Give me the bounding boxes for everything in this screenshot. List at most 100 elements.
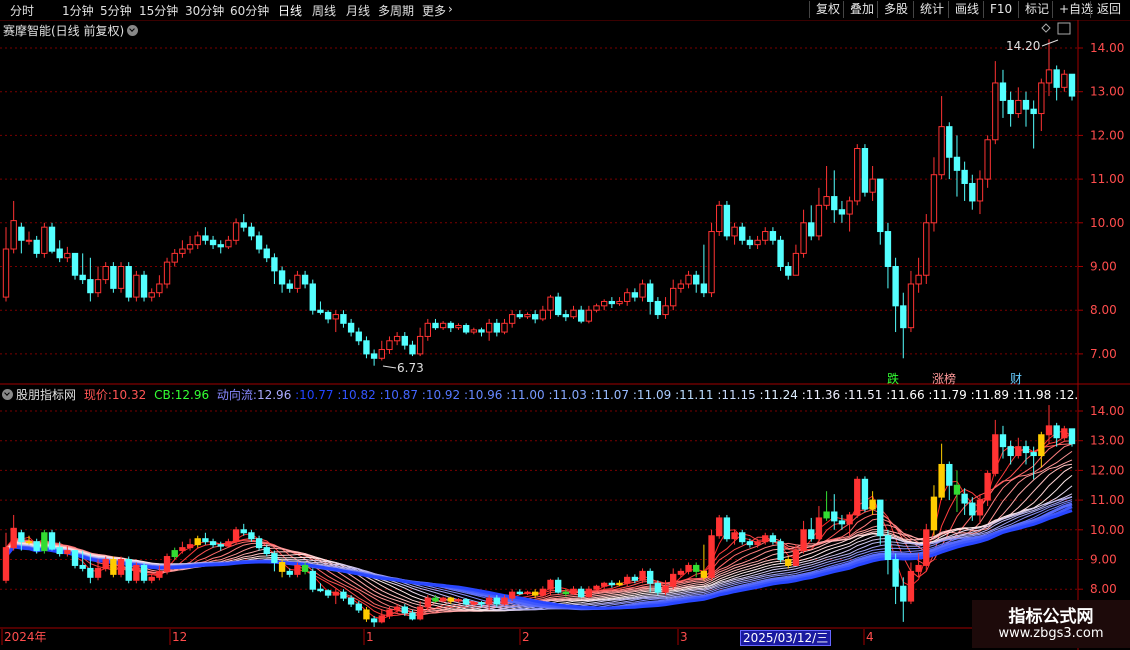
sub-candle: [1053, 425, 1060, 439]
tab-fenshi[interactable]: 分时: [10, 2, 34, 19]
ribbon-line: [5, 466, 1073, 612]
candle: [708, 231, 715, 294]
y-tick-label: 10.00: [1090, 216, 1124, 230]
y-tick-label: 11.00: [1090, 493, 1124, 507]
candle: [179, 248, 186, 254]
tab-monthly[interactable]: 月线: [346, 2, 370, 19]
candle: [531, 314, 539, 320]
time-axis-label: 3: [680, 630, 688, 644]
sub-candle: [309, 570, 316, 590]
tab-weekly[interactable]: 周线: [312, 2, 336, 19]
candle: [117, 266, 125, 289]
ribbon-line: [4, 509, 1073, 610]
sub-candle: [409, 612, 416, 620]
candle: [470, 329, 477, 333]
y-tick-label: 12.00: [1090, 128, 1124, 142]
marker-zhangbang[interactable]: 涨榜: [932, 370, 956, 387]
tab-5min[interactable]: 5分钟: [100, 2, 132, 19]
chevron-down-icon[interactable]: [2, 389, 13, 400]
y-tick-label: 13.00: [1090, 434, 1124, 448]
watermark-logo: 指标公式网 www.zbgs3.com: [972, 600, 1130, 648]
tab-60min[interactable]: 60分钟: [230, 2, 269, 19]
candle: [616, 300, 623, 305]
tab-more[interactable]: 更多: [422, 2, 446, 19]
sub-candle: [432, 597, 439, 602]
tab-1min[interactable]: 1分钟: [62, 2, 94, 19]
sub-candle: [562, 591, 570, 595]
candle: [493, 322, 501, 333]
candle: [670, 287, 677, 307]
sub-candle: [723, 517, 731, 540]
ribbon-line: [5, 443, 1073, 614]
sub-candle: [654, 582, 662, 593]
ribbon-line: [5, 450, 1073, 613]
y-tick-label: 7.00: [1090, 347, 1117, 361]
candle: [363, 340, 370, 355]
sub-candle: [117, 559, 125, 575]
flow-value: :11.07: [586, 388, 630, 402]
tab-multi-period[interactable]: 多周期: [378, 2, 414, 19]
sub-candle: [815, 517, 823, 540]
chevron-down-icon[interactable]: [127, 25, 139, 36]
tab-30min[interactable]: 30分钟: [185, 2, 224, 19]
flow-value: 12.96: [256, 388, 292, 402]
candle: [1068, 73, 1076, 97]
chevron-right-icon[interactable]: ›: [448, 2, 453, 16]
button-statistics[interactable]: 统计: [913, 1, 950, 18]
button-f10[interactable]: F10: [983, 1, 1018, 18]
candle: [831, 196, 838, 211]
sub-candle: [447, 597, 454, 602]
button-draw-line[interactable]: 画线: [948, 1, 985, 18]
flow-value: :10.82: [333, 388, 376, 402]
sub-candle: [739, 532, 746, 543]
panel-toggle-icon[interactable]: [1057, 22, 1071, 35]
candle: [754, 239, 761, 246]
sub-candle: [148, 576, 155, 581]
ribbon-line: [5, 475, 1073, 612]
ribbon-line: [5, 496, 1073, 611]
sub-candle: [462, 599, 470, 605]
flow-value: :11.09: [629, 388, 672, 402]
ribbon-line: [5, 485, 1073, 611]
sub-candle: [41, 532, 48, 552]
button-mark[interactable]: 标记: [1018, 1, 1055, 18]
sub-candle: [731, 532, 738, 540]
period-toolbar: 分时 1分钟 5分钟 15分钟 30分钟 60分钟 日线 周线 月线 多周期 更…: [0, 0, 1130, 21]
candle: [125, 266, 132, 298]
candle: [716, 204, 723, 233]
ribbon-line: [5, 493, 1073, 611]
candle: [1045, 69, 1053, 84]
button-overlay[interactable]: 叠加: [843, 1, 880, 18]
flow-value: :11.24: [755, 388, 798, 402]
flow-value: :10.96: [460, 388, 503, 402]
button-fuquan[interactable]: 复权: [809, 1, 846, 18]
sub-candle: [884, 535, 892, 560]
marker-cai[interactable]: 财: [1010, 370, 1022, 387]
ribbon-line: [5, 496, 1073, 610]
sub-candle: [94, 567, 102, 578]
candle: [892, 266, 899, 307]
sub-candle: [608, 582, 616, 586]
tab-15min[interactable]: 15分钟: [139, 2, 178, 19]
tab-daily[interactable]: 日线: [278, 2, 302, 19]
candle: [877, 178, 884, 233]
sub-candle: [171, 550, 178, 558]
sub-candle: [516, 591, 524, 595]
sub-candle: [455, 599, 462, 602]
sub-candle: [163, 556, 171, 572]
candle: [156, 283, 163, 294]
flow-value: :11.11: [671, 388, 714, 402]
time-axis-label: 1: [366, 630, 374, 644]
diamond-icon[interactable]: [1041, 23, 1051, 33]
sub-candle: [485, 597, 493, 605]
button-back[interactable]: 返回: [1090, 1, 1127, 18]
candle: [202, 235, 209, 241]
sub-candle: [700, 570, 708, 578]
marker-die[interactable]: 跌: [887, 370, 899, 387]
sub-candle: [685, 564, 692, 572]
ribbon-line: [5, 459, 1073, 612]
sub-candle: [125, 559, 132, 581]
button-multi-stock[interactable]: 多股: [877, 1, 914, 18]
y-tick-label: 11.00: [1090, 172, 1124, 186]
candle: [693, 274, 700, 285]
